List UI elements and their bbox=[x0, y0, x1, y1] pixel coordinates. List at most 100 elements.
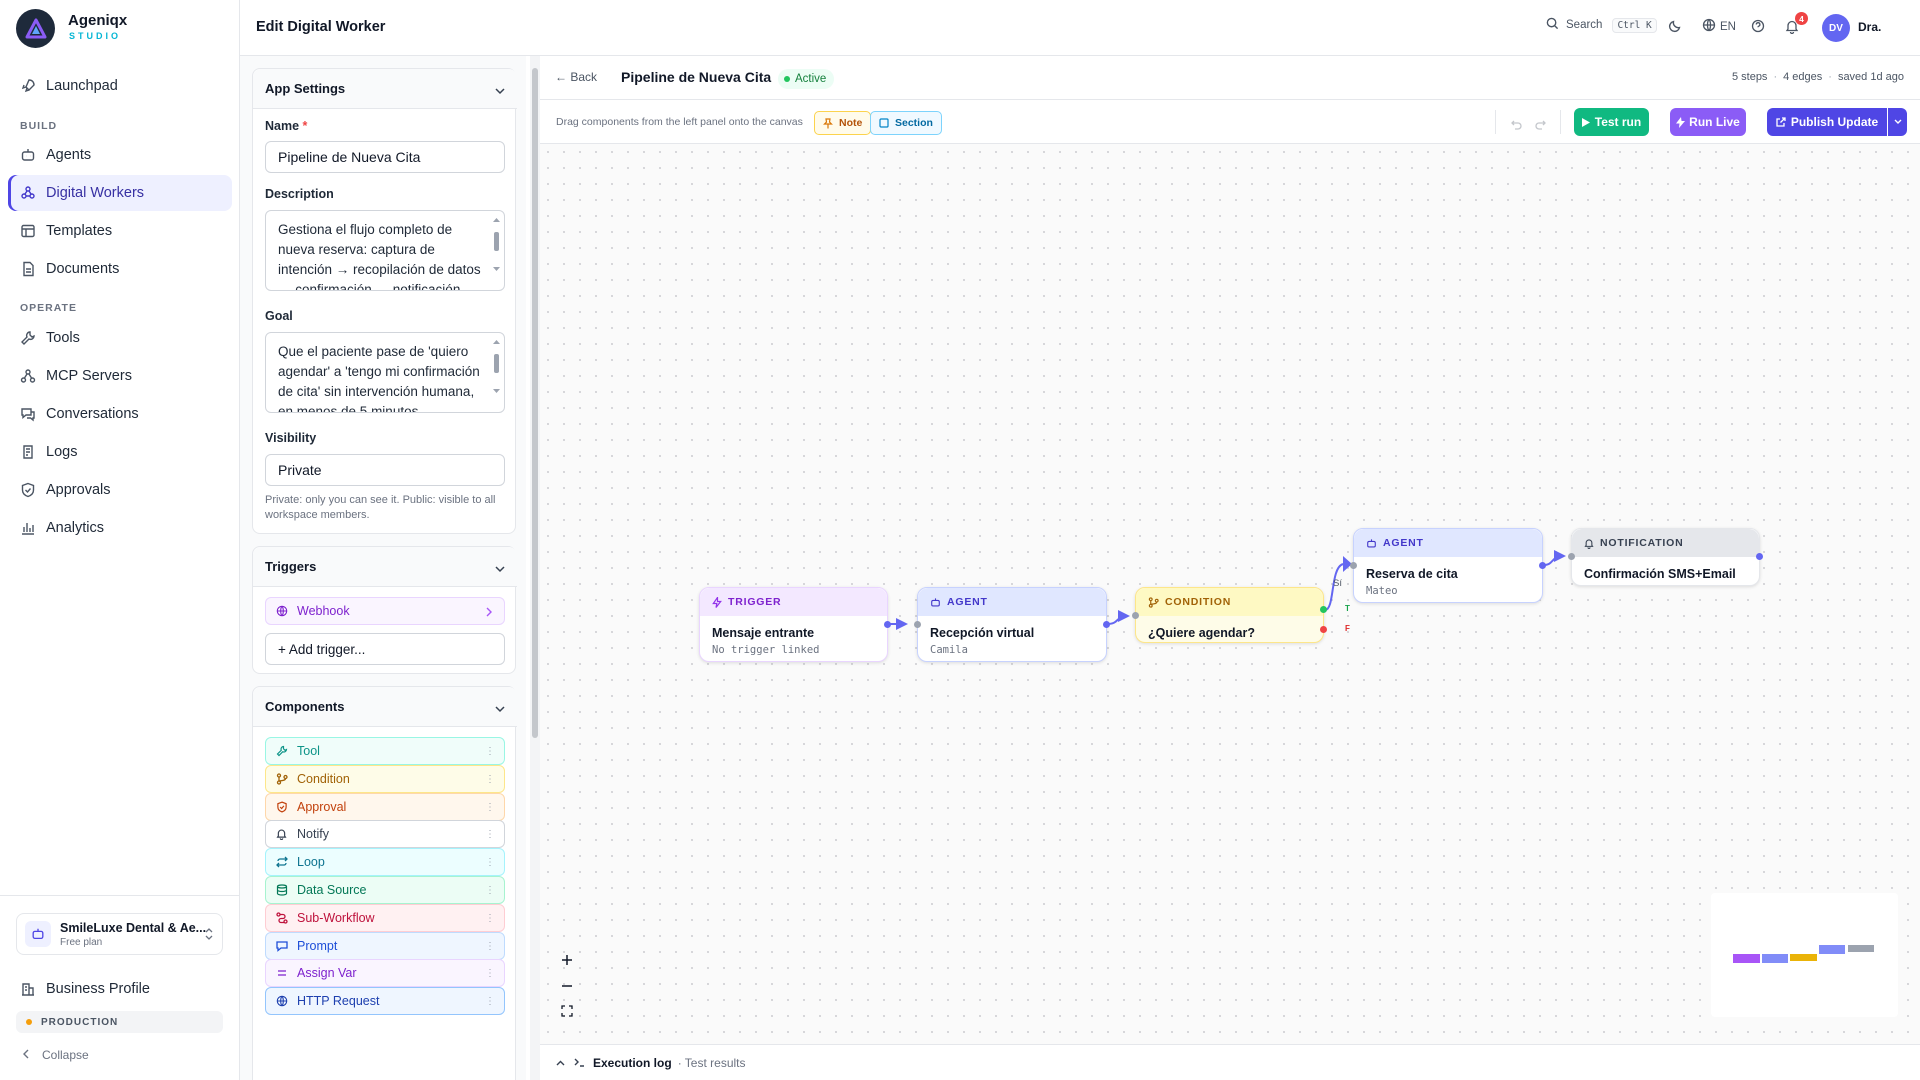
scrollbar-thumb[interactable] bbox=[532, 68, 538, 738]
zoom-in-button[interactable] bbox=[556, 950, 578, 972]
input-handle[interactable] bbox=[1350, 562, 1357, 569]
input-handle[interactable] bbox=[914, 621, 921, 628]
section-button[interactable]: Section bbox=[870, 111, 942, 135]
zoom-out-button[interactable] bbox=[556, 976, 578, 998]
description-textarea[interactable]: Gestiona el flujo completo de nueva rese… bbox=[265, 210, 505, 291]
add-trigger-button[interactable]: + Add trigger... bbox=[265, 633, 505, 665]
nav-conversations[interactable]: Conversations bbox=[8, 396, 232, 432]
edges-count: 4 edges bbox=[1783, 71, 1823, 83]
component-loop[interactable]: Loop ⋮ bbox=[265, 848, 505, 877]
help-icon[interactable] bbox=[1751, 19, 1765, 36]
drag-handle-icon[interactable]: ⋮ bbox=[485, 829, 495, 840]
component-notify[interactable]: Notify ⋮ bbox=[265, 820, 505, 849]
drag-handle-icon[interactable]: ⋮ bbox=[485, 802, 495, 813]
node-notification[interactable]: NOTIFICATION Confirmación SMS+Email bbox=[1568, 528, 1763, 586]
input-handle[interactable] bbox=[1568, 553, 1575, 560]
nav-label: Business Profile bbox=[46, 981, 150, 997]
app-settings-header[interactable]: App Settings bbox=[253, 69, 517, 109]
moon-icon[interactable] bbox=[1668, 19, 1682, 36]
undo-icon[interactable] bbox=[1511, 117, 1522, 133]
nav-label: Documents bbox=[46, 261, 120, 277]
nav-analytics[interactable]: Analytics bbox=[8, 510, 232, 546]
component-tool[interactable]: Tool ⋮ bbox=[265, 737, 505, 765]
component-prompt[interactable]: Prompt ⋮ bbox=[265, 931, 505, 960]
nav-templates[interactable]: Templates bbox=[8, 213, 232, 249]
test-run-button[interactable]: Test run bbox=[1574, 108, 1649, 136]
drag-handle-icon[interactable]: ⋮ bbox=[485, 885, 495, 896]
minimap-node bbox=[1819, 945, 1845, 954]
output-handle[interactable] bbox=[1539, 562, 1546, 569]
collapse-button[interactable]: Collapse bbox=[22, 1048, 89, 1062]
publish-dropdown-button[interactable] bbox=[1888, 108, 1907, 136]
nav-tools[interactable]: Tools bbox=[8, 320, 232, 356]
workflow-canvas[interactable]: Sí T F TRIGGER Mensaje entrante No trigg… bbox=[540, 144, 1920, 1044]
drag-handle-icon[interactable]: ⋮ bbox=[485, 857, 495, 868]
goal-textarea[interactable]: Que el paciente pase de 'quiero agendar'… bbox=[265, 332, 505, 413]
component-assign-var[interactable]: Assign Var ⋮ bbox=[265, 959, 505, 988]
drag-handle-icon[interactable]: ⋮ bbox=[485, 746, 495, 757]
redo-icon[interactable] bbox=[1535, 117, 1546, 133]
test-run-label: Test run bbox=[1594, 115, 1642, 129]
template-icon bbox=[20, 223, 36, 239]
avatar[interactable]: DV bbox=[1822, 14, 1850, 42]
component-sub-workflow[interactable]: Sub-Workflow ⋮ bbox=[265, 903, 505, 932]
note-button[interactable]: Note bbox=[814, 111, 872, 135]
nav-approvals[interactable]: Approvals bbox=[8, 472, 232, 508]
nav-mcp-servers[interactable]: MCP Servers bbox=[8, 358, 232, 394]
drag-handle-icon[interactable]: ⋮ bbox=[485, 774, 495, 785]
nav-business-profile[interactable]: Business Profile bbox=[8, 971, 232, 1007]
nav-launchpad[interactable]: Launchpad bbox=[8, 68, 232, 104]
language-button[interactable]: EN bbox=[1702, 18, 1736, 35]
component-approval[interactable]: Approval ⋮ bbox=[265, 792, 505, 821]
true-handle[interactable] bbox=[1320, 606, 1327, 613]
nav-label: Logs bbox=[46, 444, 78, 460]
minimap[interactable] bbox=[1711, 893, 1898, 1017]
output-handle[interactable] bbox=[884, 621, 891, 628]
run-live-button[interactable]: Run Live bbox=[1670, 108, 1746, 136]
nav-logs[interactable]: Logs bbox=[8, 434, 232, 470]
component-condition[interactable]: Condition ⋮ bbox=[265, 764, 505, 793]
node-trigger[interactable]: TRIGGER Mensaje entrante No trigger link… bbox=[699, 587, 891, 662]
user-name[interactable]: Dra. bbox=[1858, 20, 1881, 34]
drag-handle-icon[interactable]: ⋮ bbox=[485, 968, 495, 979]
node-agent-booking[interactable]: AGENT Reserva de cita Mateo bbox=[1350, 528, 1546, 603]
back-button[interactable]: ← Back bbox=[555, 70, 597, 84]
section-label: Section bbox=[895, 117, 933, 129]
nav-digital-workers[interactable]: Digital Workers bbox=[8, 175, 232, 211]
component-data-source[interactable]: Data Source ⋮ bbox=[265, 876, 505, 904]
nav-agents[interactable]: Agents bbox=[8, 137, 232, 173]
card-title: Triggers bbox=[265, 559, 317, 574]
node-subtitle: Camila bbox=[930, 644, 968, 656]
scrollbar[interactable] bbox=[492, 215, 501, 287]
name-input[interactable]: Pipeline de Nueva Cita bbox=[265, 141, 505, 173]
scrollbar[interactable] bbox=[492, 337, 501, 409]
nav-documents[interactable]: Documents bbox=[8, 251, 232, 287]
node-type: CONDITION bbox=[1165, 596, 1232, 608]
drag-handle-icon[interactable]: ⋮ bbox=[485, 996, 495, 1007]
workspace-switcher[interactable]: SmileLuxe Dental & Ae... Free plan bbox=[16, 913, 223, 955]
false-handle[interactable] bbox=[1320, 626, 1327, 633]
nav-label: Tools bbox=[46, 330, 80, 346]
webhook-trigger[interactable]: Webhook bbox=[265, 597, 505, 625]
node-title: ¿Quiere agendar? bbox=[1148, 626, 1255, 640]
visibility-select[interactable]: Private bbox=[265, 454, 505, 486]
panel-scrollbar[interactable] bbox=[530, 56, 540, 1080]
component-http-request[interactable]: HTTP Request ⋮ bbox=[265, 987, 505, 1016]
node-condition[interactable]: CONDITION ¿Quiere agendar? bbox=[1132, 587, 1327, 643]
input-handle[interactable] bbox=[1132, 612, 1139, 619]
execution-log-bar[interactable]: Execution log · Test results bbox=[540, 1044, 1920, 1080]
rocket-icon bbox=[20, 78, 36, 94]
output-handle[interactable] bbox=[1756, 553, 1763, 560]
publish-button[interactable]: Publish Update bbox=[1767, 108, 1887, 136]
drag-handle-icon[interactable]: ⋮ bbox=[485, 913, 495, 924]
node-agent-reception[interactable]: AGENT Recepción virtual Camila bbox=[914, 587, 1110, 662]
robot-icon bbox=[20, 147, 36, 163]
logo-icon[interactable] bbox=[16, 9, 55, 48]
drag-handle-icon[interactable]: ⋮ bbox=[485, 941, 495, 952]
components-header[interactable]: Components bbox=[253, 687, 517, 727]
triggers-header[interactable]: Triggers bbox=[253, 547, 517, 587]
output-handle[interactable] bbox=[1103, 621, 1110, 628]
fit-view-button[interactable] bbox=[556, 1001, 578, 1023]
workflow-editor: ← Back Pipeline de Nueva Cita Active 5 s… bbox=[540, 56, 1920, 1080]
search-button[interactable]: Search Ctrl K bbox=[1546, 17, 1657, 33]
